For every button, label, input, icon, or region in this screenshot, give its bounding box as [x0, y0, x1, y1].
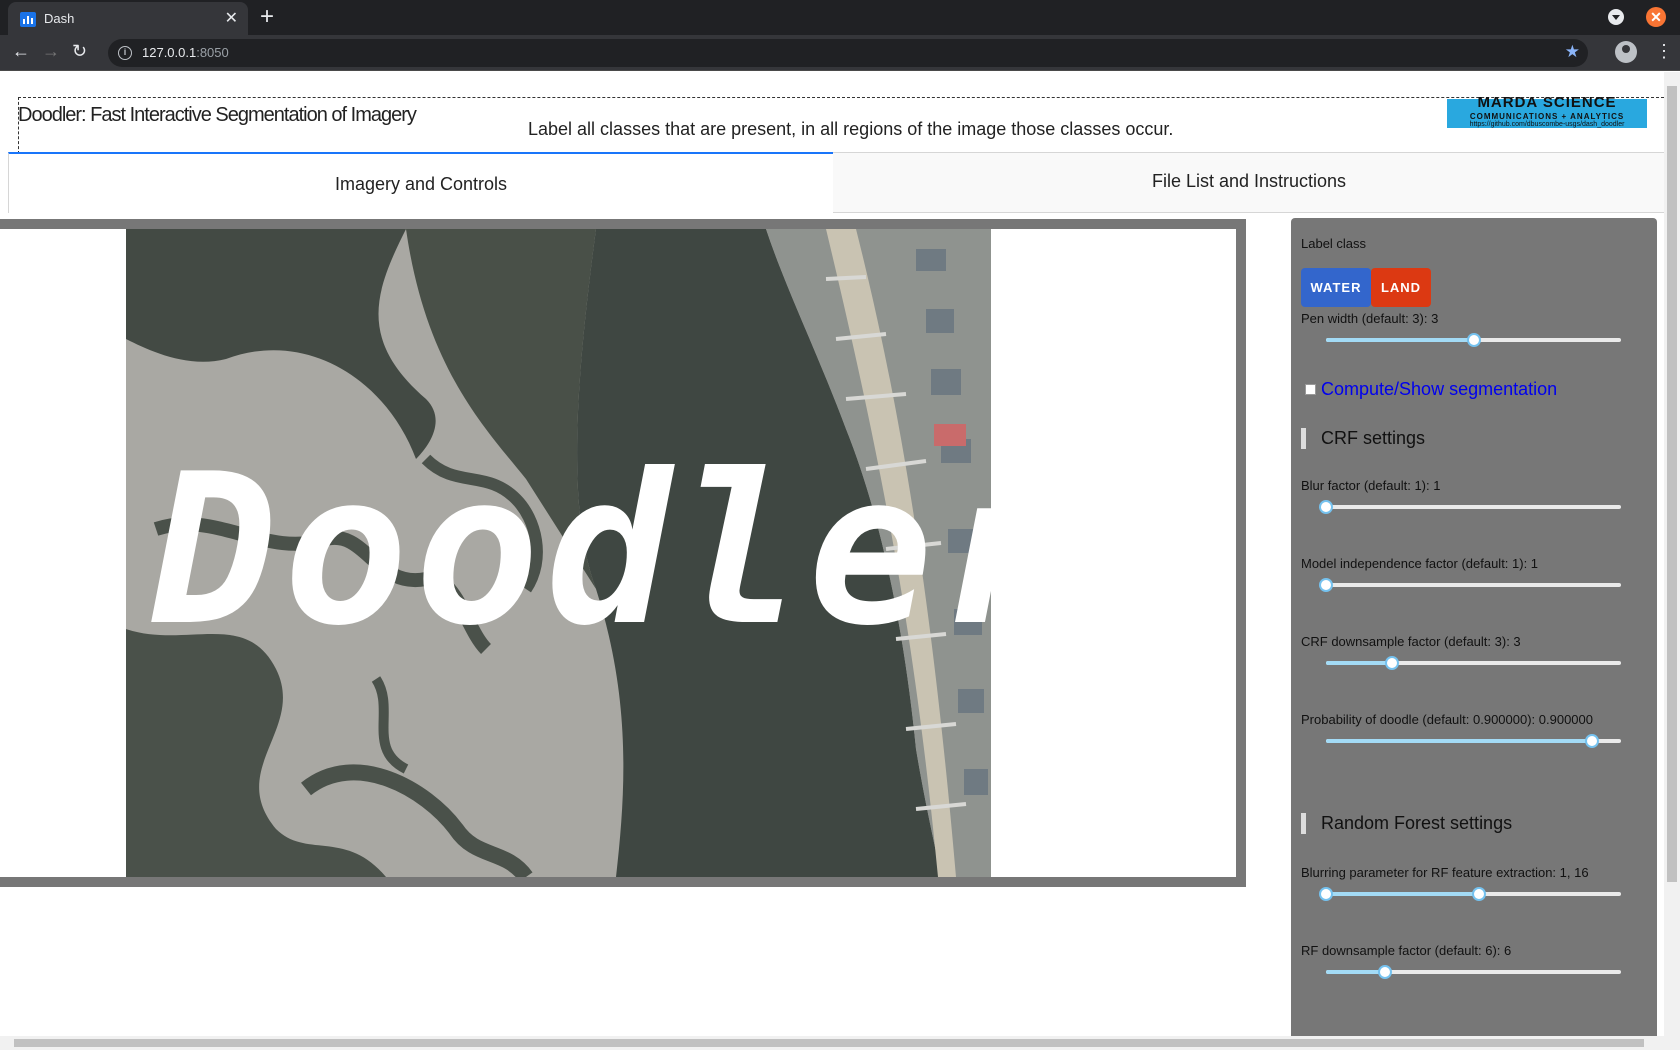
pen-width-slider[interactable] — [1326, 333, 1621, 347]
browser-toolbar: ← → ↻ i 127.0.0.1:8050 ★ ⋮ — [0, 35, 1680, 71]
profile-avatar-icon[interactable] — [1615, 41, 1637, 63]
address-bar[interactable]: i 127.0.0.1:8050 ★ — [108, 39, 1588, 67]
segmentation-checkbox[interactable] — [1305, 384, 1316, 395]
slider-fill — [1326, 892, 1479, 896]
horizontal-scroll-thumb[interactable] — [14, 1039, 1644, 1047]
crf-downsample-slider[interactable] — [1326, 656, 1621, 670]
tab-search-icon[interactable] — [1608, 9, 1624, 25]
window-close-icon[interactable]: ✕ — [1646, 7, 1666, 27]
label-class-heading: Label class — [1301, 236, 1367, 251]
tab-bar: Imagery and Controls File List and Instr… — [8, 152, 1666, 213]
model-independence-label: Model independence factor (default: 1): … — [1301, 556, 1539, 571]
slider-fill — [1326, 739, 1592, 743]
class-button-water[interactable]: WATER — [1301, 268, 1371, 307]
range-handle-low[interactable] — [1319, 887, 1333, 901]
browser-tab[interactable]: Dash ✕ — [8, 2, 248, 35]
compute-segmentation-label[interactable]: Compute/Show segmentation — [1321, 379, 1557, 400]
slider-handle[interactable] — [1319, 500, 1333, 514]
reload-icon[interactable]: ↻ — [72, 41, 87, 62]
site-info-icon[interactable]: i — [118, 46, 132, 60]
instruction-text: Label all classes that are present, in a… — [528, 119, 1174, 139]
vertical-scrollbar[interactable] — [1664, 72, 1680, 1036]
url-text: 127.0.0.1:8050 — [142, 45, 229, 60]
tab-file-list-and-instructions[interactable]: File List and Instructions — [833, 152, 1666, 213]
slider-handle[interactable] — [1466, 333, 1481, 347]
browser-tab-title: Dash — [44, 11, 75, 26]
pen-width-label: Pen width (default: 3): 3 — [1301, 311, 1439, 326]
rf-blur-range-slider[interactable] — [1319, 887, 1621, 901]
horizontal-scrollbar[interactable] — [0, 1036, 1680, 1050]
slider-fill — [1326, 661, 1392, 665]
blur-factor-slider[interactable] — [1319, 500, 1621, 514]
blur-factor-label: Blur factor (default: 1): 1 — [1301, 478, 1441, 493]
range-handle-high[interactable] — [1471, 887, 1486, 901]
rf-blur-label: Blurring parameter for RF feature extrac… — [1301, 865, 1589, 880]
rf-downsample-label: RF downsample factor (default: 6): 6 — [1301, 943, 1512, 958]
slider-handle[interactable] — [1584, 734, 1599, 748]
bookmark-star-icon[interactable]: ★ — [1565, 42, 1580, 62]
logo-url: https://github.com/dbuscombe-usgs/dash_d… — [1469, 121, 1625, 128]
crf-downsample-label: CRF downsample factor (default: 3): 3 — [1301, 634, 1521, 649]
slider-handle[interactable] — [1319, 578, 1333, 592]
app-title: Doodler: Fast Interactive Segmentation o… — [18, 104, 417, 126]
random-forest-settings-heading: Random Forest settings — [1301, 813, 1512, 834]
back-icon[interactable]: ← — [12, 41, 30, 62]
model-independence-slider[interactable] — [1319, 578, 1621, 592]
control-panel: Label class WATER LAND Pen width (defaul… — [1291, 218, 1657, 1050]
class-button-land[interactable]: LAND — [1371, 268, 1431, 307]
tab-imagery-and-controls[interactable]: Imagery and Controls — [8, 152, 833, 213]
slider-handle[interactable] — [1378, 965, 1392, 979]
vertical-scroll-thumb[interactable] — [1667, 86, 1677, 882]
tab-close-icon[interactable]: ✕ — [225, 8, 238, 28]
rf-downsample-slider[interactable] — [1326, 965, 1621, 979]
browser-menu-icon[interactable]: ⋮ — [1655, 41, 1673, 62]
image-viewer: Doodler — [0, 219, 1246, 887]
aerial-imagery[interactable]: Doodler — [126, 229, 991, 877]
slider-handle[interactable] — [1384, 656, 1399, 670]
slider-fill — [1326, 338, 1474, 342]
crf-settings-heading: CRF settings — [1301, 428, 1425, 449]
slider-fill — [1326, 970, 1385, 974]
forward-icon[interactable]: → — [42, 41, 60, 62]
image-canvas-area[interactable]: Doodler — [0, 229, 1236, 877]
browser-tabstrip: Dash ✕ + ✕ — [0, 0, 1680, 35]
page: Doodler: Fast Interactive Segmentation o… — [0, 72, 1680, 1050]
probability-label: Probability of doodle (default: 0.900000… — [1301, 712, 1593, 727]
dash-favicon-icon — [20, 12, 36, 27]
doodler-overlay-text: Doodler — [152, 430, 991, 672]
probability-slider[interactable] — [1326, 734, 1621, 748]
new-tab-icon[interactable]: + — [260, 4, 274, 30]
